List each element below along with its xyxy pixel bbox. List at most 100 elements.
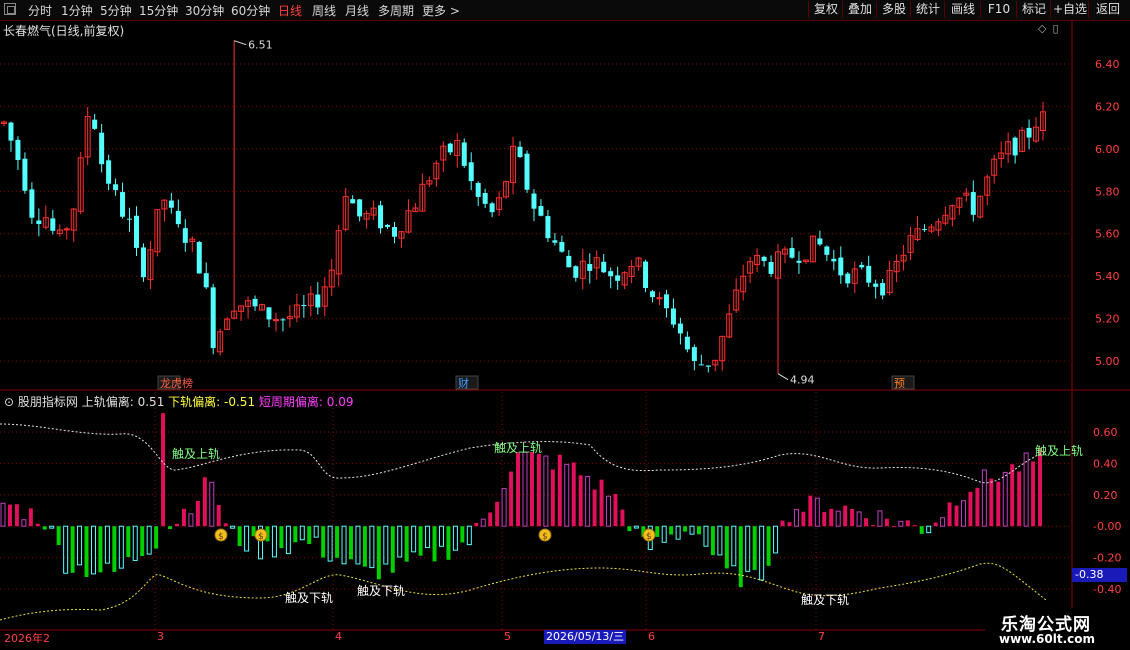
candle-body (106, 160, 112, 184)
indicator-bar (661, 525, 667, 543)
candle-body (824, 246, 830, 255)
indicator-bar (578, 475, 583, 527)
date-axis: 2026年2 3 4 5 6 7 2026/05/13/三 (0, 630, 1072, 646)
indicator-bar (780, 520, 785, 527)
candle-body (92, 119, 98, 129)
indicator-bar (90, 525, 96, 575)
candle-body (301, 305, 307, 307)
candle-body (252, 298, 258, 307)
indicator-bar (864, 518, 869, 527)
indicator-bar (759, 525, 765, 581)
coin-icon-glyph: $ (258, 532, 264, 542)
indicator-bar (724, 526, 729, 569)
candle-body (817, 238, 823, 245)
indicator-bar (21, 519, 27, 527)
touch-upper-annotation: 触及上轨 (494, 441, 542, 455)
window-icon[interactable]: ▯ (1052, 22, 1058, 35)
candle-body (524, 153, 530, 190)
indicator-bar (1031, 461, 1036, 527)
indicator-bar (56, 526, 61, 545)
indicator-bar (446, 526, 451, 560)
indicator-bar (606, 495, 612, 527)
indicator-bar (49, 525, 55, 529)
indicator-bar (940, 517, 946, 527)
indicator-bar (404, 526, 409, 562)
lower-label: 下轨偏离: (168, 395, 221, 409)
indicator-bar (7, 504, 12, 527)
indicator-bar (516, 452, 521, 527)
candle-body (113, 184, 119, 191)
candle-body (866, 265, 872, 283)
indicator-bar (202, 477, 207, 527)
candle-body (50, 218, 56, 231)
candle-body (573, 266, 579, 278)
watermark: 乐淘公式网 www.60lt.com (985, 608, 1130, 650)
indicator-bar (126, 526, 131, 558)
candle-body (182, 228, 188, 243)
candle-body (663, 294, 669, 309)
indicator-bar (418, 526, 423, 556)
lower-value: -0.51 (224, 395, 256, 409)
candle-body (468, 162, 474, 182)
indicator-bar (501, 488, 507, 527)
candle-body (99, 132, 105, 165)
candle-body (133, 215, 139, 248)
indicator-bar (132, 525, 138, 561)
indicator-bar (633, 525, 639, 529)
indicator-bar (933, 522, 938, 527)
high-price-label: 6.51 (248, 39, 273, 52)
price-tick-label: 5.40 (1095, 270, 1120, 283)
indicator-bar (689, 525, 695, 535)
indicator-bar (112, 526, 117, 572)
indicator-bar (787, 522, 792, 527)
collapse-icon[interactable]: ⊙ (4, 395, 14, 409)
kline-chart[interactable]: 6.40 6.20 6.00 5.80 5.60 5.40 5.20 5.00 0.60 0.40… (0, 0, 1130, 650)
indicator-bar (683, 526, 688, 532)
indicator-tick-label: -0.40 (1093, 583, 1121, 596)
indicator-bar (822, 512, 827, 527)
candle-body (921, 229, 927, 231)
indicator-bar (1010, 464, 1015, 527)
candle-body (140, 247, 146, 278)
indicator-name[interactable]: 股朋指标网 (18, 395, 78, 409)
indicator-bar (745, 525, 751, 572)
indicator-bar (850, 508, 855, 527)
candle-body (831, 258, 837, 262)
indicator-bar (793, 509, 799, 527)
candle-body (175, 210, 181, 225)
candle-body (880, 283, 886, 296)
indicator-bar (474, 522, 479, 527)
indicator-bar (63, 525, 69, 574)
indicator-bar (947, 502, 952, 527)
candle-body (691, 347, 697, 362)
touch-upper-annotation: 触及上轨 (172, 447, 220, 461)
high-marker-line (233, 40, 247, 46)
candle-body (796, 260, 802, 263)
candle-body (350, 199, 356, 204)
indicator-bar (766, 526, 771, 566)
indicator-bar (299, 525, 305, 541)
candle-body (705, 365, 711, 367)
indicator-bar (543, 455, 549, 527)
indicator-bar (919, 526, 924, 534)
indicator-bar (529, 452, 534, 527)
indicator-bar (655, 526, 660, 537)
diamond-icon[interactable]: ◇ (1038, 22, 1046, 35)
candle-body (566, 255, 572, 268)
indicator-bar (0, 502, 6, 527)
candle-body (552, 240, 558, 243)
price-tick-label: 5.60 (1095, 228, 1120, 241)
indicator-bar (912, 525, 917, 527)
indicator-bar (703, 525, 709, 547)
upper-label: 上轨偏离: (81, 395, 134, 409)
candle-body (120, 192, 126, 217)
candle-body (385, 224, 391, 227)
indicator-bar (856, 511, 862, 527)
candle-body (615, 275, 621, 281)
candle-body (538, 206, 544, 216)
indicator-bar (327, 525, 333, 562)
indicator-bar (1002, 471, 1008, 527)
candle-body (517, 146, 523, 157)
watermark-url: www.60lt.com (999, 632, 1096, 646)
candle-body (643, 261, 649, 289)
